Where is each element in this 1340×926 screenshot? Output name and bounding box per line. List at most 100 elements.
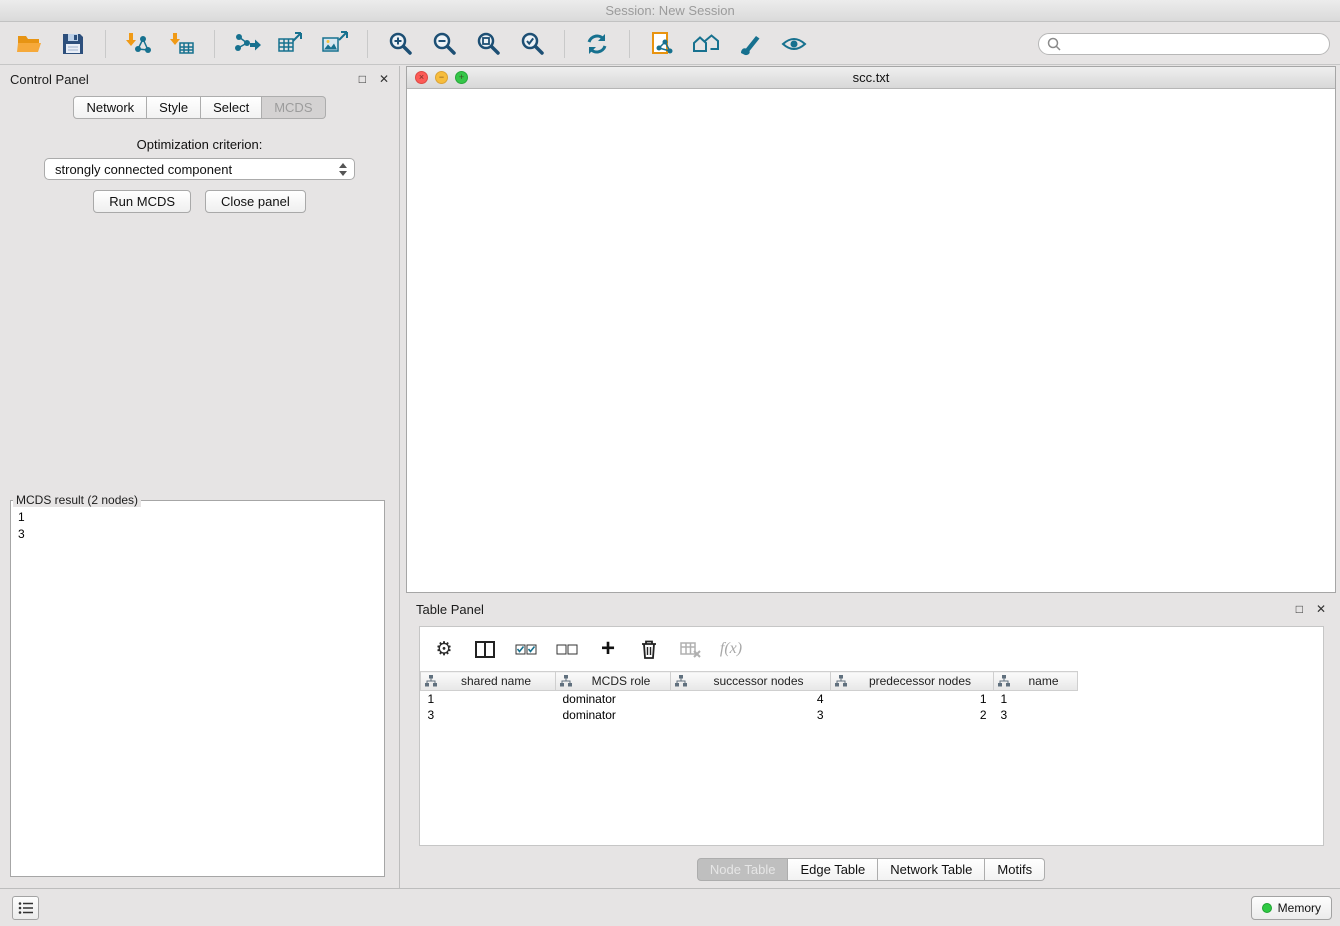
mcds-result-list[interactable]: 13: [11, 507, 384, 545]
add-button[interactable]: +: [596, 636, 620, 662]
zoom-in-button[interactable]: [381, 27, 419, 61]
control-panel: Control Panel □ ✕ NetworkStyleSelectMCDS…: [0, 66, 400, 888]
table-panel-title: Table Panel: [416, 602, 484, 617]
criterion-dropdown[interactable]: strongly connected component: [44, 158, 355, 180]
column-sort-icon: [425, 675, 437, 687]
window-title: Session: New Session: [605, 3, 734, 18]
table-cell[interactable]: 1: [421, 691, 556, 707]
memory-status-icon: [1262, 903, 1272, 913]
tab-motifs[interactable]: Motifs: [985, 858, 1045, 881]
maximize-window-icon[interactable]: +: [455, 71, 468, 84]
network-view-window: scc.txt × − +: [406, 66, 1336, 593]
mcds-result-line: 1: [18, 509, 377, 526]
gear-icon: ⚙: [435, 638, 452, 660]
column-header-name[interactable]: name: [994, 672, 1078, 691]
import-network-icon: [124, 31, 152, 57]
clipboard-network-icon: [649, 31, 675, 57]
table-cell[interactable]: 1: [831, 691, 994, 707]
network-window-titlebar[interactable]: scc.txt × − +: [407, 67, 1335, 89]
deselect-all-button[interactable]: [555, 636, 579, 662]
control-panel-tabs: NetworkStyleSelectMCDS: [0, 96, 399, 119]
zoom-selected-button[interactable]: [513, 27, 551, 61]
zoom-out-button[interactable]: [425, 27, 463, 61]
column-sort-icon: [835, 675, 847, 687]
window-titlebar[interactable]: Session: New Session: [0, 0, 1340, 22]
table-cell[interactable]: 3: [994, 707, 1078, 723]
close-panel-button[interactable]: Close panel: [205, 190, 306, 213]
import-network-button[interactable]: [119, 27, 157, 61]
list-icon: [18, 901, 34, 915]
column-header-shared-name[interactable]: shared name: [421, 672, 556, 691]
mcds-result-legend: MCDS result (2 nodes): [13, 493, 141, 507]
select-all-icon: [515, 641, 537, 658]
tab-network-table[interactable]: Network Table: [878, 858, 985, 881]
select-all-button[interactable]: [514, 636, 538, 662]
control-panel-title: Control Panel: [10, 72, 89, 87]
control-panel-header: Control Panel □ ✕: [0, 66, 399, 92]
table-cell[interactable]: dominator: [556, 707, 671, 723]
home-network-icon: [692, 31, 720, 57]
zoom-fit-icon: [476, 31, 501, 56]
show-panels-button[interactable]: [12, 896, 39, 920]
show-hide-button[interactable]: [775, 27, 813, 61]
search-input[interactable]: [1066, 37, 1321, 51]
style-brush-icon: [737, 31, 763, 57]
mcds-result-fieldset: MCDS result (2 nodes) 13: [10, 493, 385, 877]
memory-label: Memory: [1278, 901, 1321, 915]
show-columns-button[interactable]: [473, 636, 497, 662]
tab-mcds[interactable]: MCDS: [262, 96, 325, 119]
table-cell[interactable]: 2: [831, 707, 994, 723]
table-row[interactable]: 3dominator323: [421, 707, 1078, 723]
tab-node-table[interactable]: Node Table: [697, 858, 789, 881]
open-session-button[interactable]: [10, 27, 48, 61]
run-mcds-button[interactable]: Run MCDS: [93, 190, 191, 213]
table-settings-button[interactable]: ⚙: [432, 636, 456, 662]
close-window-icon[interactable]: ×: [415, 71, 428, 84]
export-table-icon: [277, 31, 305, 57]
export-image-button[interactable]: [316, 27, 354, 61]
export-network-button[interactable]: [228, 27, 266, 61]
table-cell[interactable]: dominator: [556, 691, 671, 707]
save-session-button[interactable]: [54, 27, 92, 61]
function-builder-button[interactable]: f(x): [719, 636, 743, 662]
home-network-button[interactable]: [687, 27, 725, 61]
function-icon: f(x): [720, 640, 742, 658]
table-cell[interactable]: 3: [421, 707, 556, 723]
table-cell[interactable]: 4: [671, 691, 831, 707]
table-cell[interactable]: 1: [994, 691, 1078, 707]
refresh-view-button[interactable]: [578, 27, 616, 61]
tab-style[interactable]: Style: [147, 96, 201, 119]
table-cell[interactable]: 3: [671, 707, 831, 723]
memory-button[interactable]: Memory: [1251, 896, 1332, 920]
tab-edge-table[interactable]: Edge Table: [788, 858, 878, 881]
table-row[interactable]: 1dominator411: [421, 691, 1078, 707]
tab-select[interactable]: Select: [201, 96, 262, 119]
export-table-button[interactable]: [272, 27, 310, 61]
close-panel-icon[interactable]: ✕: [379, 72, 389, 86]
table-toolbar: ⚙: [420, 627, 1323, 671]
network-graph[interactable]: [407, 89, 1335, 592]
zoom-fit-button[interactable]: [469, 27, 507, 61]
trash-icon: [638, 638, 660, 660]
toolbar-separator: [214, 30, 215, 58]
import-table-button[interactable]: [163, 27, 201, 61]
delete-table-button[interactable]: [678, 636, 702, 662]
column-header-successor-nodes[interactable]: successor nodes: [671, 672, 831, 691]
zoom-out-icon: [432, 31, 457, 56]
tab-network[interactable]: Network: [73, 96, 147, 119]
column-sort-icon: [675, 675, 687, 687]
search-box[interactable]: [1038, 33, 1330, 55]
column-header-mcds-role[interactable]: MCDS role: [556, 672, 671, 691]
float-panel-icon[interactable]: □: [359, 72, 366, 86]
node-table-header-row: shared nameMCDS rolesuccessor nodesprede…: [421, 672, 1078, 691]
minimize-window-icon[interactable]: −: [435, 71, 448, 84]
close-table-panel-icon[interactable]: ✕: [1316, 602, 1326, 616]
plus-icon: +: [601, 639, 615, 659]
float-table-panel-icon[interactable]: □: [1296, 602, 1303, 616]
column-sort-icon: [998, 675, 1010, 687]
zoom-in-icon: [388, 31, 413, 56]
delete-button[interactable]: [637, 636, 661, 662]
column-header-predecessor-nodes[interactable]: predecessor nodes: [831, 672, 994, 691]
network-from-clipboard-button[interactable]: [643, 27, 681, 61]
style-brush-button[interactable]: [731, 27, 769, 61]
